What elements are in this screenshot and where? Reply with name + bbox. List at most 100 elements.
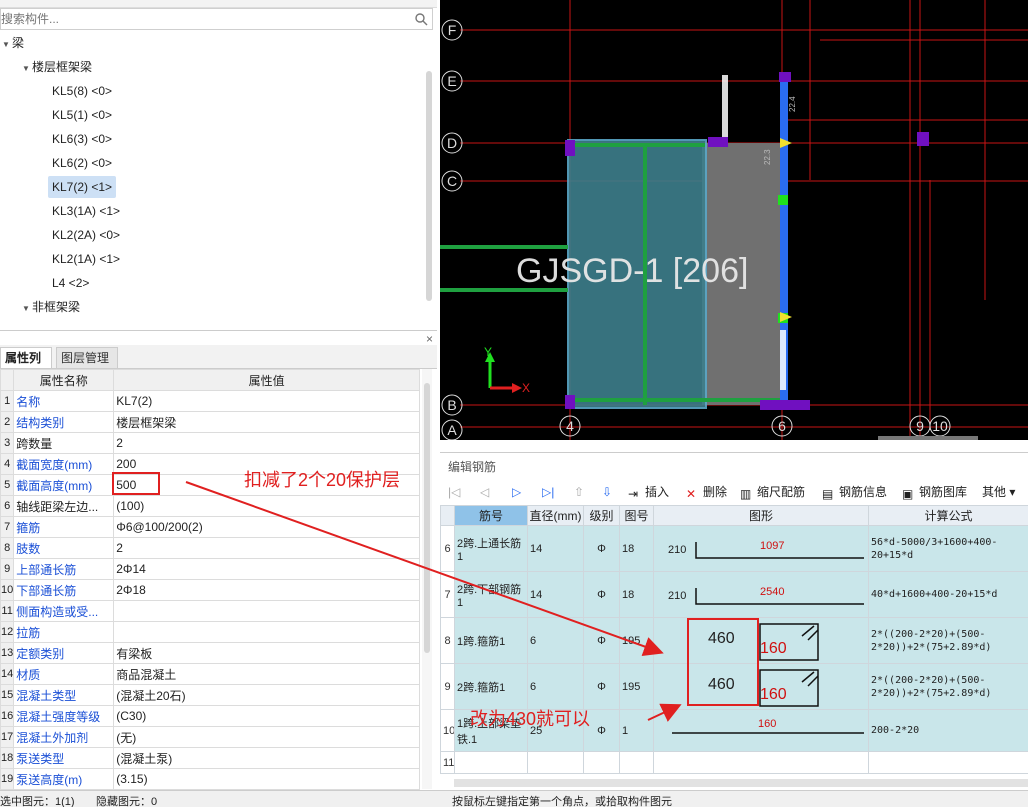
tree-node-non-frame-beam[interactable]: ▼ 非框架梁 (22, 296, 80, 318)
rebar-bar-name[interactable]: 2跨.下部钢筋1 (454, 571, 528, 618)
tree-item[interactable]: L4 <2> (48, 272, 93, 294)
rebar-diameter[interactable]: 6 (527, 663, 584, 710)
property-row[interactable]: 13 定额类别 有梁板 (0, 642, 420, 664)
rebar-grade[interactable]: Φ (583, 525, 620, 572)
cad-viewport[interactable]: F E D C B A 4 6 9 10 22.4 22.3 GJSGD-1 [… (440, 0, 1028, 440)
rebar-formula[interactable]: 56*d-5000/3+1600+400-20+15*d (868, 525, 1028, 572)
property-row[interactable]: 11 侧面构造或受... (0, 600, 420, 622)
caret-down-icon[interactable]: ▼ (2, 34, 12, 56)
tree-item[interactable]: KL6(2) <0> (48, 152, 116, 174)
property-row[interactable]: 12 拉筋 (0, 621, 420, 643)
rebar-diameter[interactable]: 14 (527, 525, 584, 572)
property-value[interactable]: 2Φ14 (113, 558, 420, 580)
rebar-diameter[interactable] (527, 751, 584, 774)
rebar-info-button[interactable]: ▤ 钢筋信息 (822, 483, 887, 501)
rebar-diameter[interactable]: 14 (527, 571, 584, 618)
rebar-grade[interactable]: Φ (583, 617, 620, 664)
property-value[interactable]: Φ6@100/200(2) (113, 516, 420, 538)
rebar-grade[interactable]: Φ (583, 663, 620, 710)
tab-layer-management[interactable]: 图层管理 (56, 347, 118, 368)
property-value[interactable]: (C30) (113, 705, 420, 727)
property-row[interactable]: 17 混凝土外加剂 (无) (0, 726, 420, 748)
property-row[interactable]: 3 跨数量 2 (0, 432, 420, 454)
cad-drawing[interactable]: F E D C B A 4 6 9 10 22.4 22.3 GJSGD-1 [… (440, 0, 1028, 440)
rebar-figure-no[interactable]: 18 (619, 571, 654, 618)
rebar-bar-name[interactable]: 2跨.箍筋1 (454, 663, 528, 710)
next-icon[interactable]: ▷ (512, 483, 521, 501)
first-icon[interactable]: |◁ (448, 483, 460, 501)
move-down-icon[interactable]: ⇩ (602, 483, 612, 501)
property-value[interactable]: 2 (113, 432, 420, 454)
rebar-shape[interactable]: 460 160 (653, 617, 869, 664)
rebar-grade[interactable]: Φ (583, 571, 620, 618)
search-input[interactable] (1, 9, 411, 29)
property-row[interactable]: 18 泵送类型 (混凝土泵) (0, 747, 420, 769)
tree-scrollbar[interactable] (426, 71, 432, 301)
property-row[interactable]: 8 肢数 2 (0, 537, 420, 559)
property-row[interactable]: 19 泵送高度(m) (3.15) (0, 768, 420, 790)
rebar-grade[interactable] (583, 751, 620, 774)
property-scrollbar[interactable] (424, 383, 430, 653)
rebar-figure-no[interactable]: 1 (619, 709, 654, 752)
last-icon[interactable]: ▷| (542, 483, 554, 501)
property-value[interactable]: (无) (113, 726, 420, 748)
tree-item[interactable]: KL6(3) <0> (48, 128, 116, 150)
rebar-figure-no[interactable]: 195 (619, 663, 654, 710)
rebar-formula[interactable]: 200-2*20 (868, 709, 1028, 752)
caret-down-icon[interactable]: ▼ (22, 298, 32, 320)
search-box[interactable] (0, 8, 433, 30)
rebar-horizontal-scrollbar[interactable] (454, 779, 1028, 787)
tree-item-selected[interactable]: KL7(2) <1> (48, 176, 117, 198)
scale-rebar-button[interactable]: ▥ 缩尺配筋 (740, 483, 805, 501)
rebar-formula[interactable]: 40*d+1600+400-20+15*d (868, 571, 1028, 618)
rebar-bar-name[interactable]: 2跨.上通长筋1 (454, 525, 528, 572)
close-icon[interactable]: × (426, 332, 433, 346)
rebar-figure-no[interactable]: 195 (619, 617, 654, 664)
rebar-row[interactable]: 11 (440, 751, 1028, 774)
property-value[interactable]: 2 (113, 537, 420, 559)
property-row[interactable]: 16 混凝土强度等级 (C30) (0, 705, 420, 727)
tab-property-list[interactable]: 属性列表 (0, 347, 52, 385)
property-value[interactable]: KL7(2) (113, 390, 420, 412)
property-row[interactable]: 2 结构类别 楼层框架梁 (0, 411, 420, 433)
property-row[interactable]: 6 轴线距梁左边... (100) (0, 495, 420, 517)
prev-icon[interactable]: ◁ (480, 483, 489, 501)
tree-node-beam[interactable]: ▼ 梁 (2, 32, 24, 54)
delete-button[interactable]: ✕ 删除 (686, 483, 727, 501)
move-up-icon[interactable]: ⇧ (574, 483, 584, 501)
rebar-formula[interactable]: 2*((200-2*20)+(500-2*20))+2*(75+2.89*d) (868, 663, 1028, 710)
property-value[interactable]: (3.15) (113, 768, 420, 790)
property-row[interactable]: 10 下部通长筋 2Φ18 (0, 579, 420, 601)
rebar-figure-no[interactable] (619, 751, 654, 774)
insert-button[interactable]: ⇥ 插入 (628, 483, 669, 501)
other-menu-button[interactable]: 其他 ▾ (982, 483, 1015, 501)
property-row[interactable]: 9 上部通长筋 2Φ14 (0, 558, 420, 580)
property-value[interactable] (113, 621, 420, 643)
rebar-bar-name[interactable]: 1跨.箍筋1 (454, 617, 528, 664)
property-value[interactable]: (混凝土泵) (113, 747, 420, 769)
property-value[interactable]: 2Φ18 (113, 579, 420, 601)
property-value[interactable]: (混凝土20石) (113, 684, 420, 706)
tree-item[interactable]: KL2(1A) <1> (48, 248, 124, 270)
rebar-shape[interactable] (653, 751, 869, 774)
rebar-shape[interactable]: 160 (653, 709, 869, 752)
rebar-diameter[interactable]: 6 (527, 617, 584, 664)
rebar-shape[interactable]: 210 1097 (653, 525, 869, 572)
rebar-formula[interactable]: 2*((200-2*20)+(500-2*20))+2*(75+2.89*d) (868, 617, 1028, 664)
search-icon[interactable] (414, 12, 428, 26)
tree-item[interactable]: KL2(2A) <0> (48, 224, 124, 246)
caret-down-icon[interactable]: ▼ (22, 58, 32, 80)
rebar-figure-no[interactable]: 18 (619, 525, 654, 572)
tree-item[interactable]: KL3(1A) <1> (48, 200, 124, 222)
property-value[interactable] (113, 600, 420, 622)
property-value[interactable]: 有梁板 (113, 642, 420, 664)
rebar-shape[interactable]: 460 160 (653, 663, 869, 710)
property-row[interactable]: 15 混凝土类型 (混凝土20石) (0, 684, 420, 706)
tree-item[interactable]: KL5(8) <0> (48, 80, 116, 102)
rebar-bar-name[interactable] (454, 751, 528, 774)
property-value[interactable]: 商品混凝土 (113, 663, 420, 685)
rebar-shape[interactable]: 210 2540 (653, 571, 869, 618)
rebar-formula[interactable] (868, 751, 1028, 774)
rebar-library-button[interactable]: ▣ 钢筋图库 (902, 483, 967, 501)
property-row[interactable]: 1 名称 KL7(2) (0, 390, 420, 412)
